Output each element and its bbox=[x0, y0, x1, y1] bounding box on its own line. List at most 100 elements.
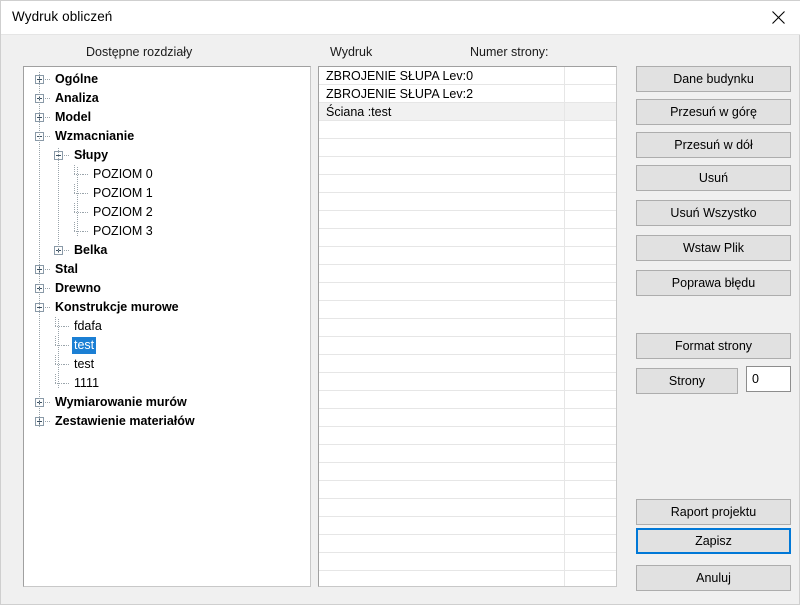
building-data-button[interactable]: Dane budynku bbox=[636, 66, 791, 92]
tree-item[interactable]: Stal bbox=[24, 260, 310, 279]
printout-list[interactable]: ZBROJENIE SŁUPA Lev:0 ZBROJENIE SŁUPA Lev… bbox=[319, 67, 616, 586]
tree-connector bbox=[64, 155, 70, 156]
list-row[interactable] bbox=[319, 157, 616, 175]
list-row[interactable] bbox=[319, 427, 616, 445]
tree-item[interactable]: Słupy bbox=[24, 146, 310, 165]
tree-item[interactable]: Wzmacnianie bbox=[24, 127, 310, 146]
tree-item-label[interactable]: fdafa bbox=[72, 318, 104, 335]
tree-guide-line bbox=[39, 72, 40, 427]
printout-list-panel[interactable]: ZBROJENIE SŁUPA Lev:0 ZBROJENIE SŁUPA Lev… bbox=[318, 66, 617, 587]
tree-item-label[interactable]: Ogólne bbox=[53, 71, 100, 88]
tree-item-label[interactable]: POZIOM 3 bbox=[91, 223, 155, 240]
tree-item[interactable]: POZIOM 1 bbox=[24, 184, 310, 203]
fix-error-button[interactable]: Poprawa błędu bbox=[636, 270, 791, 296]
pages-button[interactable]: Strony bbox=[636, 368, 738, 394]
tree-item-label[interactable]: Zestawienie materiałów bbox=[53, 413, 197, 430]
label-printout: Wydruk bbox=[330, 45, 373, 59]
move-down-button[interactable]: Przesuń w dół bbox=[636, 132, 791, 158]
tree-item-label[interactable]: Drewno bbox=[53, 280, 103, 297]
page-format-button[interactable]: Format strony bbox=[636, 333, 791, 359]
tree-item-label[interactable]: Słupy bbox=[72, 147, 110, 164]
tree-connector bbox=[45, 421, 51, 422]
tree-item[interactable]: POZIOM 2 bbox=[24, 203, 310, 222]
save-button[interactable]: Zapisz bbox=[636, 528, 791, 554]
delete-button[interactable]: Usuń bbox=[636, 165, 791, 191]
tree-item[interactable]: Drewno bbox=[24, 279, 310, 298]
list-row[interactable] bbox=[319, 301, 616, 319]
list-row[interactable] bbox=[319, 409, 616, 427]
tree-item-label[interactable]: POZIOM 0 bbox=[91, 166, 155, 183]
list-row[interactable] bbox=[319, 229, 616, 247]
tree-item[interactable]: Wymiarowanie murów bbox=[24, 393, 310, 412]
list-row[interactable] bbox=[319, 355, 616, 373]
tree-connector bbox=[74, 212, 83, 213]
list-row[interactable] bbox=[319, 319, 616, 337]
tree-connector bbox=[55, 355, 56, 365]
tree-item[interactable]: Ogólne bbox=[24, 70, 310, 89]
tree-item-label[interactable]: Stal bbox=[53, 261, 80, 278]
list-row[interactable] bbox=[319, 139, 616, 157]
list-row[interactable] bbox=[319, 193, 616, 211]
tree-item-label[interactable]: 1111 bbox=[72, 375, 101, 392]
tree-item[interactable]: POZIOM 3 bbox=[24, 222, 310, 241]
tree-item-label[interactable]: test bbox=[72, 337, 97, 355]
tree-item-label[interactable]: Model bbox=[53, 109, 93, 126]
tree-item-label[interactable]: Analiza bbox=[53, 90, 101, 107]
close-icon[interactable] bbox=[755, 1, 800, 33]
tree-item-label[interactable]: test bbox=[72, 356, 96, 373]
list-row[interactable] bbox=[319, 517, 616, 535]
list-row[interactable]: Ściana :test bbox=[319, 103, 616, 121]
tree-connector bbox=[64, 383, 70, 384]
insert-file-button[interactable]: Wstaw Plik bbox=[636, 235, 791, 261]
list-row[interactable] bbox=[319, 337, 616, 355]
tree-item[interactable]: Analiza bbox=[24, 89, 310, 108]
list-row[interactable] bbox=[319, 571, 616, 586]
tree-connector bbox=[74, 231, 83, 232]
list-column-divider bbox=[564, 67, 565, 586]
tree-item-label[interactable]: POZIOM 1 bbox=[91, 185, 155, 202]
project-report-button[interactable]: Raport projektu bbox=[636, 499, 791, 525]
tree-item[interactable]: fdafa bbox=[24, 317, 310, 336]
pages-input[interactable]: 0 bbox=[746, 366, 791, 392]
list-row[interactable] bbox=[319, 247, 616, 265]
sections-tree[interactable]: Ogólne Analiza Model Wzmacnianie Słupy POZIOM… bbox=[24, 67, 310, 586]
tree-connector bbox=[74, 193, 83, 194]
tree-item[interactable]: Zestawienie materiałów bbox=[24, 412, 310, 431]
tree-connector bbox=[74, 184, 75, 194]
list-row[interactable] bbox=[319, 121, 616, 139]
cancel-button[interactable]: Anuluj bbox=[636, 565, 791, 591]
tree-item-label[interactable]: Konstrukcje murowe bbox=[53, 299, 181, 316]
list-row[interactable] bbox=[319, 499, 616, 517]
list-row[interactable] bbox=[319, 391, 616, 409]
sections-tree-panel[interactable]: Ogólne Analiza Model Wzmacnianie Słupy POZIOM… bbox=[23, 66, 311, 587]
list-row[interactable] bbox=[319, 463, 616, 481]
tree-item[interactable]: Konstrukcje murowe bbox=[24, 298, 310, 317]
tree-item-label[interactable]: POZIOM 2 bbox=[91, 204, 155, 221]
tree-item[interactable]: 1111 bbox=[24, 374, 310, 393]
tree-item-label[interactable]: Wzmacnianie bbox=[53, 128, 136, 145]
tree-item[interactable]: Model bbox=[24, 108, 310, 127]
tree-item[interactable]: test bbox=[24, 355, 310, 374]
tree-item[interactable]: test bbox=[24, 336, 310, 355]
list-row[interactable]: ZBROJENIE SŁUPA Lev:0 bbox=[319, 67, 616, 85]
delete-all-button[interactable]: Usuń Wszystko bbox=[636, 200, 791, 226]
list-row[interactable] bbox=[319, 481, 616, 499]
list-row[interactable] bbox=[319, 211, 616, 229]
list-row-name: ZBROJENIE SŁUPA Lev:2 bbox=[326, 87, 474, 101]
tree-item[interactable]: Belka bbox=[24, 241, 310, 260]
list-row[interactable] bbox=[319, 445, 616, 463]
move-up-button[interactable]: Przesuń w górę bbox=[636, 99, 791, 125]
tree-connector bbox=[45, 288, 51, 289]
list-row-name: Ściana :test bbox=[326, 105, 392, 119]
list-row[interactable] bbox=[319, 175, 616, 193]
tree-item-label[interactable]: Belka bbox=[72, 242, 109, 259]
tree-item[interactable]: POZIOM 0 bbox=[24, 165, 310, 184]
list-row[interactable] bbox=[319, 373, 616, 391]
label-page-number: Numer strony: bbox=[470, 45, 549, 59]
list-row[interactable] bbox=[319, 553, 616, 571]
list-row[interactable] bbox=[319, 535, 616, 553]
list-row[interactable] bbox=[319, 265, 616, 283]
list-row[interactable] bbox=[319, 283, 616, 301]
tree-item-label[interactable]: Wymiarowanie murów bbox=[53, 394, 189, 411]
list-row[interactable]: ZBROJENIE SŁUPA Lev:2 bbox=[319, 85, 616, 103]
